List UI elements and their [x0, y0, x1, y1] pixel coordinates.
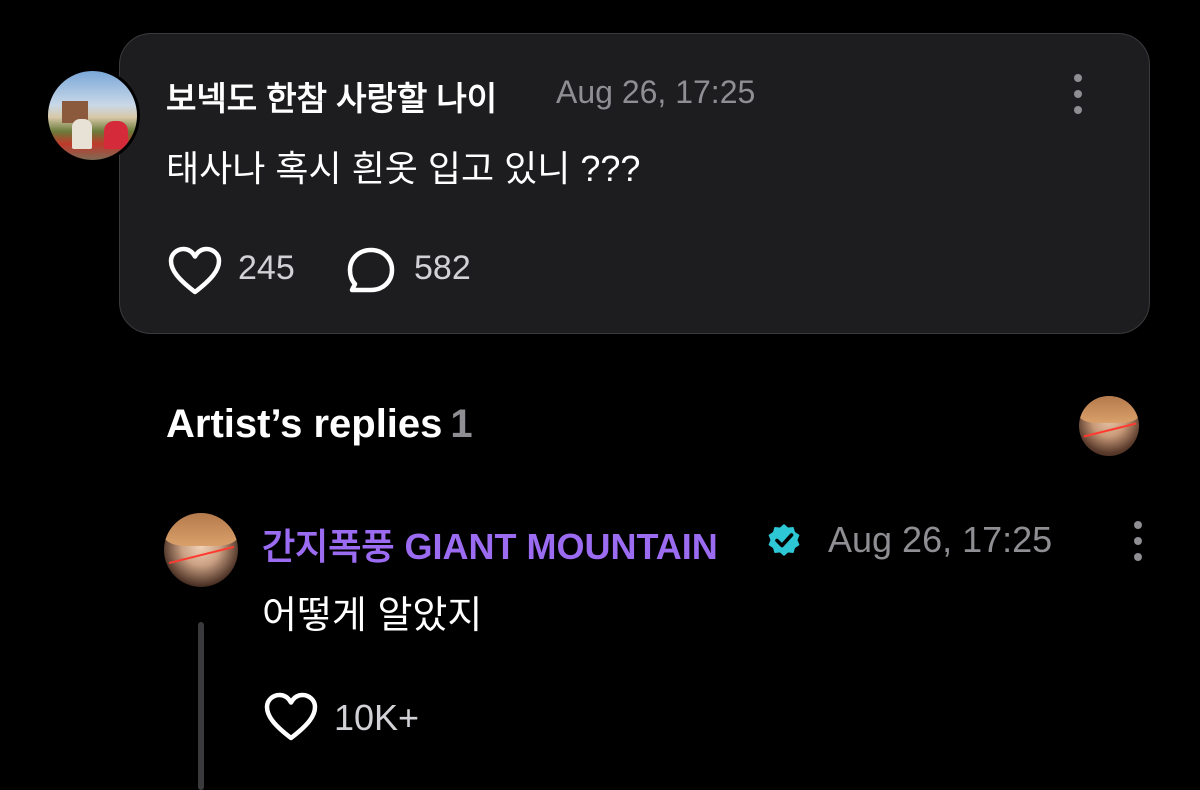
- post-like-count: 245: [238, 249, 295, 287]
- dot: [1074, 90, 1082, 98]
- verified-badge-icon: [768, 524, 800, 556]
- post-author-avatar[interactable]: [45, 68, 140, 163]
- thread-connector-line: [198, 622, 204, 790]
- artist-replies-count: 1: [450, 402, 473, 446]
- heart-icon[interactable]: [168, 246, 222, 296]
- dot: [1074, 106, 1082, 114]
- avatar-hair: [1079, 396, 1139, 423]
- dot: [1134, 537, 1142, 545]
- post-author-name[interactable]: 보넥도 한참 사랑할 나이: [166, 72, 497, 120]
- more-vertical-icon[interactable]: [1073, 74, 1083, 114]
- avatar-accent-line: [1083, 422, 1137, 438]
- dot: [1134, 553, 1142, 561]
- reply-author-name[interactable]: 간지폭풍 GIANT MOUNTAIN: [262, 518, 718, 570]
- dot: [1074, 74, 1082, 82]
- reply-body-text: 어떻게 알았지: [262, 595, 483, 637]
- post-body-text: 태사나 혹시 흰옷 입고 있니 ???: [166, 148, 641, 189]
- avatar-accent-line: [168, 545, 234, 564]
- artist-avatar-thumbnail[interactable]: [1079, 396, 1139, 456]
- reply-like-count: 10K+: [334, 697, 420, 738]
- comment-bubble-icon[interactable]: [346, 246, 396, 296]
- artist-replies-title: Artist’s replies: [166, 402, 443, 446]
- reply-timestamp: Aug 26, 17:25: [828, 519, 1053, 560]
- post-timestamp: Aug 26, 17:25: [556, 74, 756, 110]
- avatar-hair: [164, 513, 238, 547]
- heart-icon[interactable]: [264, 692, 318, 742]
- artist-replies-heading: Artist’s replies 1: [166, 402, 473, 447]
- post-comment-count: 582: [414, 249, 471, 287]
- page: 보넥도 한참 사랑할 나이 Aug 26, 17:25 태사나 혹시 흰옷 입고…: [0, 0, 1200, 790]
- avatar-figure: [72, 119, 92, 149]
- avatar-figure: [104, 121, 128, 149]
- dot: [1134, 521, 1142, 529]
- more-vertical-icon[interactable]: [1133, 521, 1143, 561]
- reply-author-avatar[interactable]: [164, 513, 238, 587]
